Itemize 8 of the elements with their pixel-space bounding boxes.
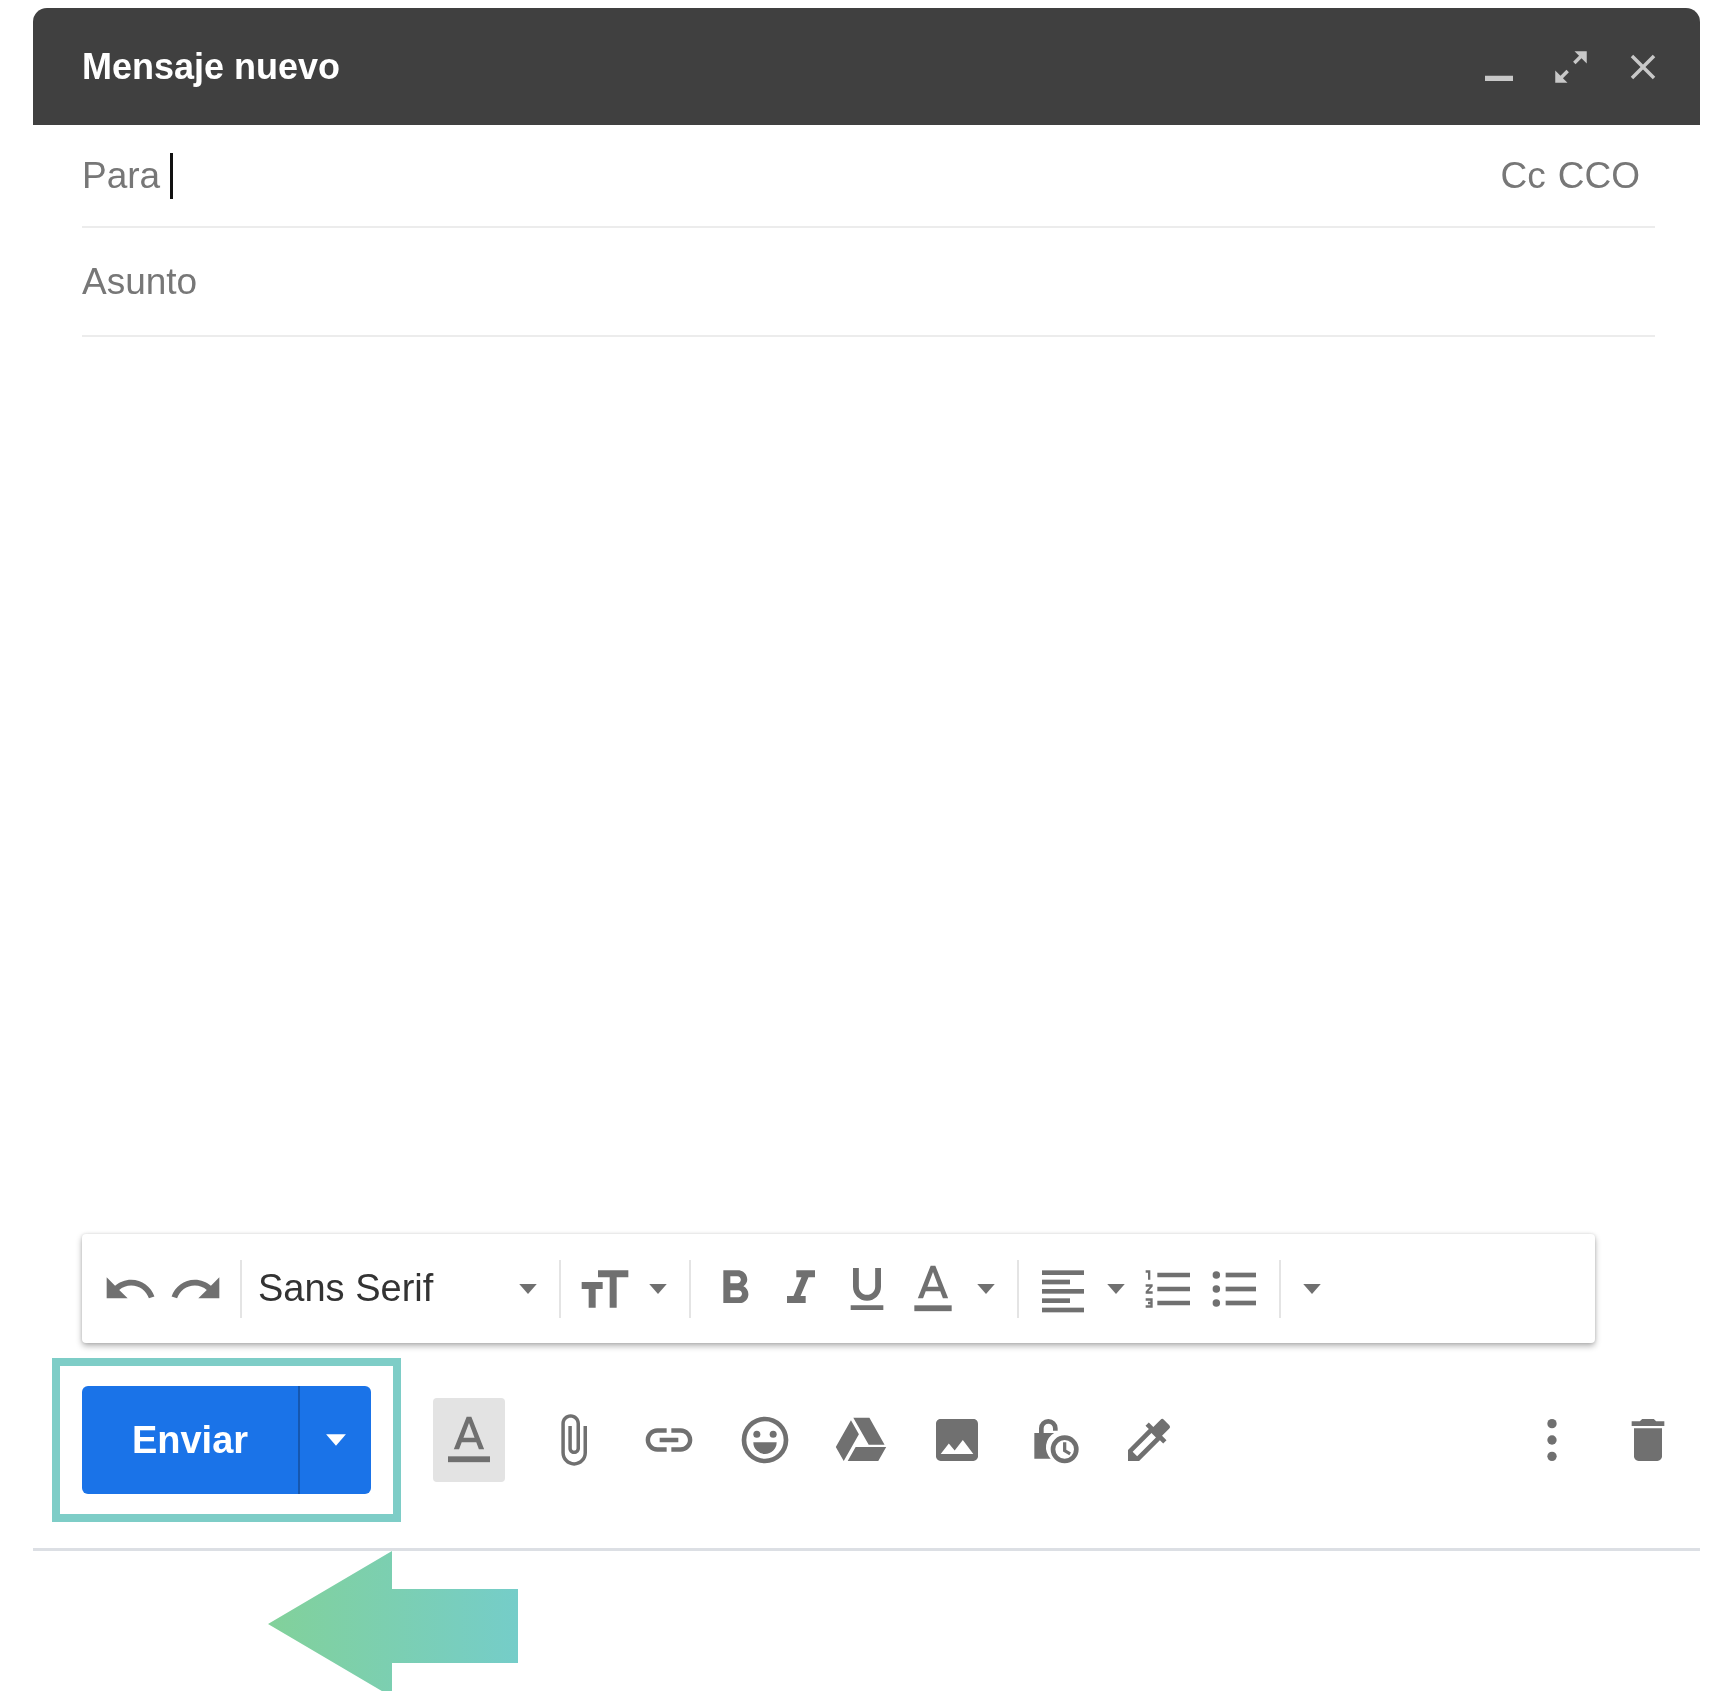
subject-field[interactable]: Asunto [82,253,1655,310]
font-select[interactable]: Sans Serif [258,1260,434,1317]
text-cursor [170,152,174,199]
formatting-button[interactable] [433,1398,505,1482]
bcc-link[interactable]: CCO [1557,147,1640,204]
window-title: Mensaje nuevo [82,44,341,89]
cc-link[interactable]: Cc [1500,147,1546,204]
to-label: Para [82,153,161,198]
